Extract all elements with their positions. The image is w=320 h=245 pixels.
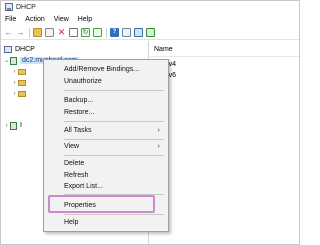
dhcp-window: DHCP File Action View Help ← → ✕ ↻ ? DHC… bbox=[0, 0, 300, 245]
menu-item-backup[interactable]: Backup... bbox=[44, 95, 168, 106]
properties-icon[interactable] bbox=[69, 28, 78, 37]
column-header-name[interactable]: Name bbox=[154, 46, 173, 53]
properties-highlight-box bbox=[48, 195, 155, 213]
title-bar: DHCP bbox=[1, 1, 299, 13]
menu-separator bbox=[64, 121, 164, 122]
menu-separator bbox=[64, 155, 164, 156]
menu-view[interactable]: View bbox=[54, 16, 69, 23]
collapse-chevron-icon[interactable]: ⌄ bbox=[3, 57, 10, 64]
forward-arrow-icon[interactable]: → bbox=[16, 28, 25, 37]
folder-icon bbox=[18, 68, 26, 75]
menu-bar: File Action View Help bbox=[1, 14, 299, 25]
folder-icon bbox=[18, 79, 26, 86]
dhcp-console-icon bbox=[5, 3, 13, 11]
header-divider bbox=[150, 56, 299, 57]
server-icon bbox=[10, 121, 17, 130]
menu-item-label: All Tasks bbox=[64, 127, 92, 134]
up-folder-icon[interactable] bbox=[33, 28, 42, 37]
menu-item-add-remove-bindings[interactable]: Add/Remove Bindings... bbox=[44, 64, 168, 75]
toolbar: ← → ✕ ↻ ? bbox=[1, 26, 299, 40]
tree-root-label: DHCP bbox=[15, 46, 35, 53]
tree-item-label: I bbox=[20, 122, 22, 129]
dhcp-root-icon bbox=[4, 46, 12, 53]
expand-chevron-icon[interactable]: › bbox=[11, 91, 18, 97]
menu-separator bbox=[64, 90, 164, 91]
menu-item-export-list[interactable]: Export List... bbox=[44, 181, 168, 192]
expand-chevron-icon[interactable]: › bbox=[11, 69, 18, 75]
menu-item-restore[interactable]: Restore... bbox=[44, 107, 168, 118]
submenu-arrow-icon: › bbox=[157, 127, 160, 134]
back-arrow-icon[interactable]: ← bbox=[4, 28, 13, 37]
expand-chevron-icon[interactable]: › bbox=[3, 123, 10, 129]
menu-item-all-tasks[interactable]: All Tasks › bbox=[44, 125, 168, 136]
expand-chevron-icon[interactable]: › bbox=[11, 80, 18, 86]
server-icon bbox=[10, 56, 17, 65]
menu-item-help[interactable]: Help bbox=[44, 217, 168, 228]
tree-item-child[interactable]: › bbox=[11, 78, 29, 87]
tree-item-child[interactable]: › bbox=[11, 67, 29, 76]
export-list-icon[interactable] bbox=[93, 28, 102, 37]
window-title: DHCP bbox=[16, 3, 36, 11]
tree-item-server-2[interactable]: › I bbox=[3, 121, 22, 130]
tree-item-dhcp[interactable]: DHCP bbox=[4, 45, 35, 54]
menu-action[interactable]: Action bbox=[25, 16, 44, 23]
menu-separator bbox=[64, 214, 164, 215]
tree-item-child[interactable]: › bbox=[11, 89, 29, 98]
menu-item-refresh[interactable]: Refresh bbox=[44, 170, 168, 181]
toolbar-separator bbox=[29, 27, 30, 38]
details-pane: Name Pv4 Pv6 bbox=[150, 41, 299, 244]
menu-file[interactable]: File bbox=[5, 16, 16, 23]
toolbar-separator bbox=[106, 27, 107, 38]
delete-icon[interactable]: ✕ bbox=[57, 28, 66, 37]
folder-icon bbox=[18, 90, 26, 97]
monitor-icon[interactable] bbox=[134, 28, 143, 37]
help-icon[interactable]: ? bbox=[110, 28, 119, 37]
menu-separator bbox=[64, 139, 164, 140]
refresh-icon[interactable]: ↻ bbox=[81, 28, 90, 37]
menu-item-label: View bbox=[64, 143, 80, 150]
menu-item-unauthorize[interactable]: Unauthorize bbox=[44, 76, 168, 87]
menu-item-view[interactable]: View › bbox=[44, 141, 168, 152]
show-hide-tree-icon[interactable] bbox=[45, 28, 54, 37]
action-pane-icon[interactable] bbox=[122, 28, 131, 37]
menu-item-delete[interactable]: Delete bbox=[44, 158, 168, 169]
menu-help[interactable]: Help bbox=[78, 16, 92, 23]
server-status-icon[interactable] bbox=[146, 28, 155, 37]
submenu-arrow-icon: › bbox=[157, 143, 160, 150]
